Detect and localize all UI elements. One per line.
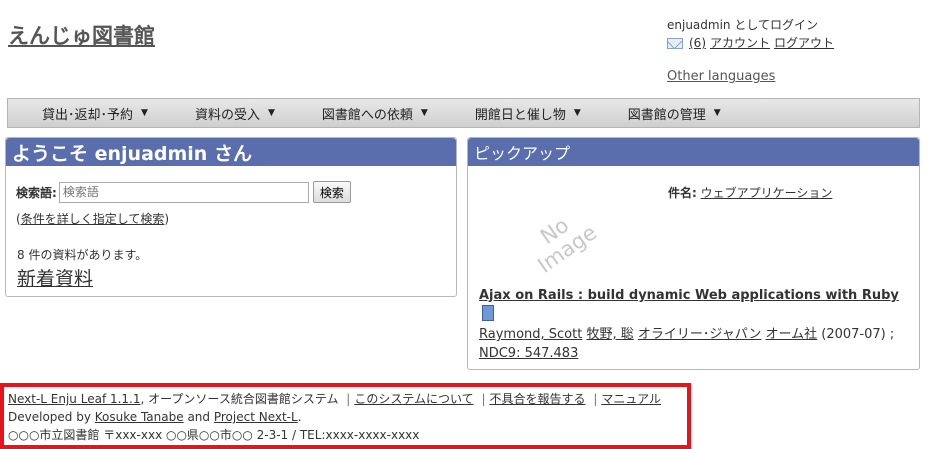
search-label: 検索語: (16, 185, 57, 200)
publisher-link[interactable]: オライリー･ジャパン (638, 327, 762, 342)
footer-line-2: Developed by Kosuke Tanabe and Project N… (8, 408, 683, 426)
search-form: 検索語: 検索 (16, 181, 351, 203)
subject-link[interactable]: ウェブアプリケーション (701, 186, 833, 200)
publisher-link[interactable]: オーム社 (766, 327, 818, 342)
menu-requests[interactable]: 図書館への依頼 ▼ (322, 104, 428, 123)
menu-acquisition[interactable]: 資料の受入 ▼ (195, 104, 275, 123)
separator: | (593, 392, 598, 406)
report-bug-link[interactable]: 不具合を報告する (490, 392, 586, 406)
library-address: ○○○市立図書館 〒xxx-xxx ○○県○○市○○ 2-3-1 / TEL:x… (8, 428, 420, 442)
login-status: enjuadmin としてログイン (667, 18, 818, 32)
menu-label: 資料の受入 (194, 107, 260, 123)
caret-down-icon: ▼ (267, 108, 275, 118)
menu-label: 図書館への依頼 (321, 107, 413, 123)
user-box: enjuadmin としてログイン (6) アカウント ログアウト (667, 16, 834, 52)
paren: ) (164, 212, 170, 226)
menu-label: 貸出･返却･予約 (42, 107, 134, 123)
pickup-title: ピックアップ (468, 138, 919, 166)
site-title-link[interactable]: えんじゅ図書館 (8, 20, 155, 50)
creator-link[interactable]: Raymond, Scott (479, 327, 582, 342)
caret-down-icon: ▼ (573, 108, 581, 118)
caret-down-icon: ▼ (141, 108, 148, 118)
caret-down-icon: ▼ (420, 108, 428, 118)
book-meta: Raymond, Scott 牧野, 聡 オライリー･ジャパン オーム社 (20… (479, 325, 909, 363)
period: . (297, 410, 302, 424)
advanced-search: (条件を詳しく指定して検索) (16, 210, 169, 227)
separator: | (346, 392, 351, 406)
no-image-placeholder: No Image (521, 203, 601, 278)
ndc-link[interactable]: NDC9: 547.483 (479, 346, 578, 361)
menu-circulation[interactable]: 貸出･返却･予約 ▼ (42, 104, 148, 123)
developer-link[interactable]: Kosuke Tanabe (95, 410, 184, 424)
pickup-panel: ピックアップ 件名: ウェブアプリケーション No Image Ajax on R… (467, 137, 920, 370)
menu-events[interactable]: 開館日と催し物 ▼ (475, 104, 581, 123)
menu-admin[interactable]: 図書館の管理 ▼ (628, 104, 721, 123)
developed-by: Developed by (8, 410, 91, 424)
book-title-link[interactable]: Ajax on Rails : build dynamic Web applic… (479, 288, 899, 303)
separator: ; (889, 327, 895, 342)
other-languages-link[interactable]: Other languages (667, 69, 775, 84)
creator-link[interactable]: 牧野, 聡 (586, 327, 633, 342)
welcome-panel: ようこそ enjuadmin さん 検索語: 検索 (条件を詳しく指定して検索)… (5, 137, 457, 297)
messages-count-link[interactable]: (6) (689, 34, 706, 52)
and-text: and (187, 410, 211, 424)
logout-link[interactable]: ログアウト (774, 34, 834, 52)
pub-date: (2007-07) (821, 327, 886, 342)
account-link[interactable]: アカウント (710, 34, 770, 52)
manual-link[interactable]: マニュアル (601, 392, 661, 406)
book-title: Ajax on Rails : build dynamic Web applic… (479, 286, 909, 325)
menu-label: 図書館の管理 (627, 107, 706, 123)
mail-icon[interactable] (667, 37, 683, 49)
footer-line-1: Next-L Enju Leaf 1.1.1, オープンソース統合図書館システム… (8, 390, 683, 408)
footer: Next-L Enju Leaf 1.1.1, オープンソース統合図書館システム… (0, 383, 691, 449)
subject-line: 件名: ウェブアプリケーション (668, 184, 832, 201)
item-count: 8 件の資料があります。 (17, 248, 148, 262)
advanced-search-link[interactable]: 条件を詳しく指定して検索 (21, 212, 165, 226)
book-icon (482, 305, 494, 321)
caret-down-icon: ▼ (713, 108, 721, 118)
about-link[interactable]: このシステムについて (354, 392, 473, 406)
main-menu: 貸出･返却･予約 ▼ 資料の受入 ▼ 図書館への依頼 ▼ 開館日と催し物 ▼ 図書館の管… (7, 98, 920, 128)
separator: | (481, 392, 486, 406)
subject-label: 件名: (668, 186, 697, 200)
welcome-title: ようこそ enjuadmin さん (6, 138, 456, 166)
new-items-link[interactable]: 新着資料 (17, 264, 93, 291)
search-button[interactable]: 検索 (312, 181, 351, 203)
search-input[interactable] (58, 181, 309, 203)
project-link[interactable]: Project Next-L (214, 410, 298, 424)
software-desc: , オープンソース統合図書館システム (140, 392, 339, 406)
menu-label: 開館日と催し物 (474, 107, 566, 123)
software-link[interactable]: Next-L Enju Leaf 1.1.1 (8, 392, 141, 406)
